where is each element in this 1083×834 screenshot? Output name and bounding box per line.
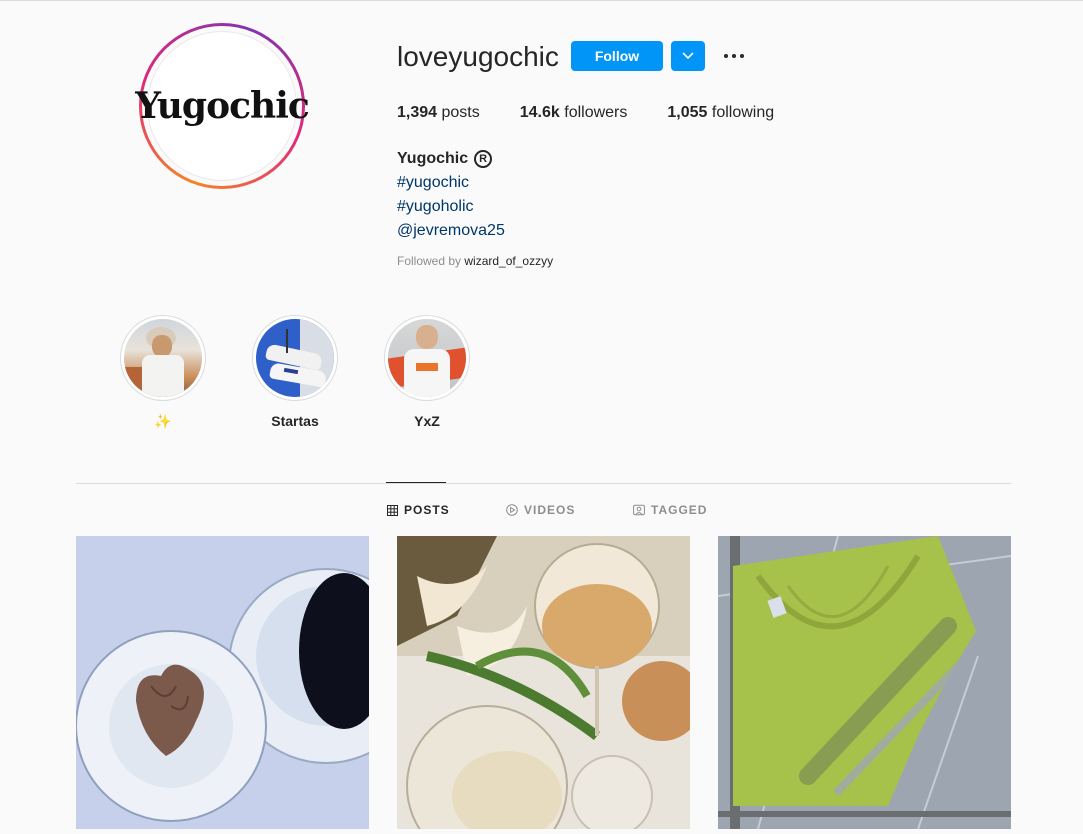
story-highlight[interactable]: YxZ xyxy=(384,315,470,429)
post-thumbnail[interactable] xyxy=(76,536,369,829)
post-thumbnail[interactable] xyxy=(397,536,690,829)
profile-avatar[interactable]: Yugochic xyxy=(135,23,310,189)
highlight-cover xyxy=(256,319,334,397)
highlight-ring xyxy=(120,315,206,401)
highlight-label: YxZ xyxy=(414,413,440,429)
highlight-cover xyxy=(388,319,466,397)
followed-by-prefix: Followed by xyxy=(397,254,462,268)
stat-following-label: following xyxy=(711,104,775,121)
highlight-ring xyxy=(384,315,470,401)
profile-username: loveyugochic xyxy=(397,41,559,72)
post-thumbnail[interactable] xyxy=(718,536,1011,829)
followed-by-user: wizard_of_ozzyy xyxy=(464,254,554,268)
profile-bio: Yugochic R #yugochic #yugoholic @jevremo… xyxy=(397,147,505,243)
stat-following[interactable]: 1,055 following xyxy=(667,104,774,122)
avatar-ring-gap: Yugochic xyxy=(135,26,310,186)
tab-tagged[interactable]: TAGGED xyxy=(633,503,707,517)
avatar-logo-text: Yugochic xyxy=(135,85,310,127)
stat-followers-value: 14.6k xyxy=(519,104,560,121)
chevron-down-icon xyxy=(682,52,694,60)
tag-icon xyxy=(633,504,645,516)
highlight-label: ✨ xyxy=(154,413,172,429)
more-dot-icon xyxy=(732,54,736,58)
suggested-dropdown-button[interactable] xyxy=(671,41,705,71)
post-image xyxy=(76,536,369,829)
tabs-divider xyxy=(76,483,1011,484)
bio-hashtag-link[interactable]: #yugoholic xyxy=(397,195,505,219)
story-highlight[interactable]: Startas xyxy=(252,315,338,429)
follow-button[interactable]: Follow xyxy=(571,41,663,71)
more-options-button[interactable] xyxy=(718,41,750,71)
stat-following-value: 1,055 xyxy=(667,104,708,121)
followed-by[interactable]: Followed by wizard_of_ozzyy xyxy=(397,254,553,268)
tab-videos-label: VIDEOS xyxy=(524,503,576,517)
stat-followers[interactable]: 14.6k followers xyxy=(520,104,628,122)
profile-stats: 1,394 posts 14.6k followers 1,055 follow… xyxy=(397,104,814,122)
bio-name-row: Yugochic R xyxy=(397,147,505,171)
more-dot-icon xyxy=(740,54,744,58)
highlight-label: Startas xyxy=(271,413,319,429)
bio-hashtag-link[interactable]: #yugochic xyxy=(397,171,505,195)
stat-posts: 1,394 posts xyxy=(397,104,480,122)
bio-name: Yugochic xyxy=(397,150,469,167)
highlight-cover xyxy=(124,319,202,397)
tab-tagged-label: TAGGED xyxy=(651,503,708,517)
avatar-image: Yugochic xyxy=(135,31,310,181)
tab-posts[interactable]: POSTS xyxy=(387,503,450,517)
stat-posts-value: 1,394 xyxy=(397,104,438,121)
stat-posts-label: posts xyxy=(441,104,480,121)
stat-followers-label: followers xyxy=(564,104,628,121)
more-dot-icon xyxy=(724,54,728,58)
story-highlight[interactable]: ✨ xyxy=(120,315,206,430)
tab-posts-label: POSTS xyxy=(404,503,450,517)
grid-icon xyxy=(387,504,398,516)
highlight-ring xyxy=(252,315,338,401)
tab-videos[interactable]: VIDEOS xyxy=(506,503,575,517)
play-icon xyxy=(506,504,518,516)
active-tab-indicator xyxy=(386,482,446,483)
post-image xyxy=(397,536,690,829)
post-image xyxy=(718,536,1011,829)
registered-icon: R xyxy=(474,150,493,168)
bio-mention-link[interactable]: @jevremova25 xyxy=(397,219,505,243)
